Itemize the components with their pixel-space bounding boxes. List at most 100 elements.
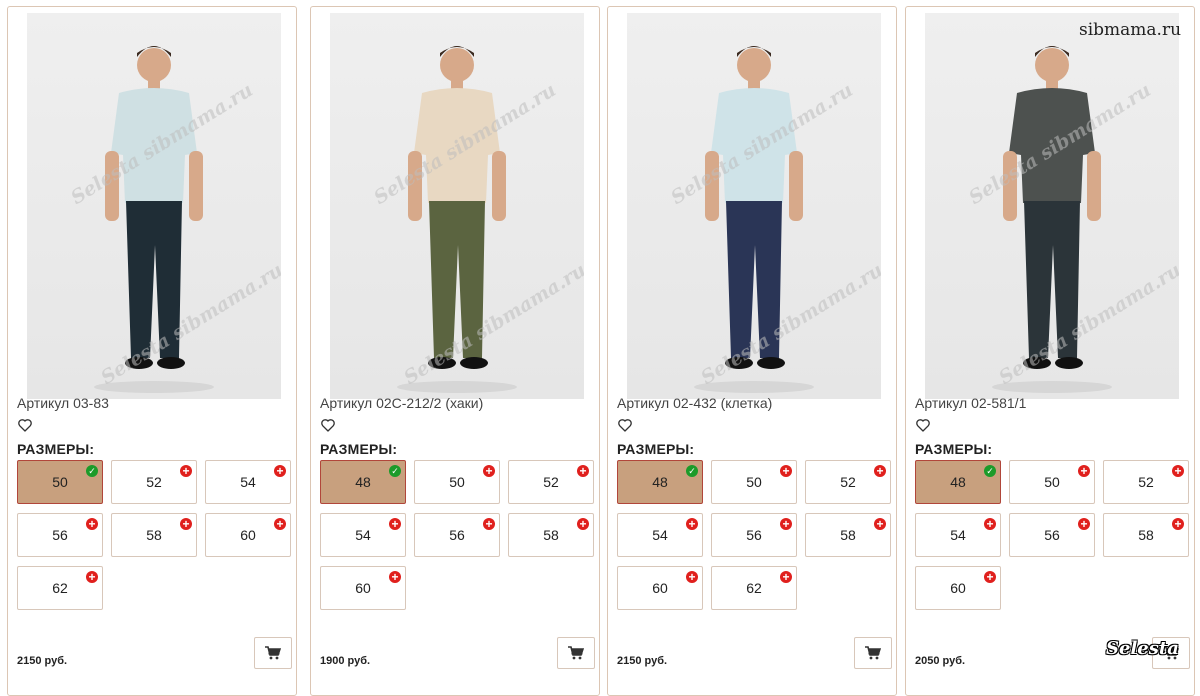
size-option[interactable]: 54 + bbox=[617, 513, 703, 557]
size-value: 52 bbox=[840, 474, 856, 490]
size-value: 56 bbox=[746, 527, 762, 543]
size-option[interactable]: 62 + bbox=[711, 566, 797, 610]
plus-circle-icon: + bbox=[577, 465, 589, 477]
size-option[interactable]: 56 + bbox=[414, 513, 500, 557]
size-option[interactable]: 52 + bbox=[1103, 460, 1189, 504]
product-photo[interactable]: Selesta sibmama.ru Selesta sibmama.ru bbox=[27, 13, 281, 399]
check-circle-icon: ✓ bbox=[389, 465, 401, 477]
plus-circle-icon: + bbox=[874, 465, 886, 477]
plus-circle-icon: + bbox=[274, 518, 286, 530]
size-value: 54 bbox=[950, 527, 966, 543]
plus-circle-icon: + bbox=[1078, 465, 1090, 477]
size-option[interactable]: 60 + bbox=[205, 513, 291, 557]
size-option[interactable]: 50 + bbox=[711, 460, 797, 504]
size-value: 58 bbox=[840, 527, 856, 543]
plus-circle-icon: + bbox=[577, 518, 589, 530]
size-value: 50 bbox=[52, 474, 68, 490]
size-option[interactable]: 54 + bbox=[915, 513, 1001, 557]
product-title[interactable]: Артикул 03-83 bbox=[17, 395, 109, 411]
sizes-label: РАЗМЕРЫ: bbox=[617, 441, 695, 457]
plus-circle-icon: + bbox=[483, 465, 495, 477]
size-value: 54 bbox=[652, 527, 668, 543]
add-to-cart-button[interactable] bbox=[254, 637, 292, 669]
add-to-cart-button[interactable] bbox=[557, 637, 595, 669]
size-value: 58 bbox=[543, 527, 559, 543]
product-card: Selesta sibmama.ru Selesta sibmama.ru Арти… bbox=[607, 6, 897, 696]
size-value: 58 bbox=[146, 527, 162, 543]
heart-outline-icon[interactable] bbox=[617, 417, 633, 433]
product-card: Selesta sibmama.ru Selesta sibmama.ru Арти… bbox=[905, 6, 1195, 696]
sizes-label: РАЗМЕРЫ: bbox=[320, 441, 398, 457]
size-option[interactable]: 60 + bbox=[320, 566, 406, 610]
plus-circle-icon: + bbox=[780, 518, 792, 530]
plus-circle-icon: + bbox=[1172, 518, 1184, 530]
size-value: 60 bbox=[240, 527, 256, 543]
product-card: Selesta sibmama.ru Selesta sibmama.ru Арти… bbox=[7, 6, 297, 696]
plus-circle-icon: + bbox=[483, 518, 495, 530]
plus-circle-icon: + bbox=[780, 465, 792, 477]
product-photo[interactable]: Selesta sibmama.ru Selesta sibmama.ru bbox=[330, 13, 584, 399]
site-watermark: sibmama.ru bbox=[1079, 20, 1182, 40]
size-option[interactable]: 58 + bbox=[508, 513, 594, 557]
size-value: 50 bbox=[746, 474, 762, 490]
plus-circle-icon: + bbox=[180, 518, 192, 530]
size-value: 52 bbox=[146, 474, 162, 490]
plus-circle-icon: + bbox=[686, 571, 698, 583]
plus-circle-icon: + bbox=[686, 518, 698, 530]
size-value: 56 bbox=[1044, 527, 1060, 543]
sizes-label: РАЗМЕРЫ: bbox=[915, 441, 993, 457]
size-option[interactable]: 48 ✓ bbox=[915, 460, 1001, 504]
size-value: 60 bbox=[950, 580, 966, 596]
product-title[interactable]: Артикул 02-581/1 bbox=[915, 395, 1026, 411]
product-photo[interactable]: Selesta sibmama.ru Selesta sibmama.ru bbox=[925, 13, 1179, 399]
plus-circle-icon: + bbox=[984, 518, 996, 530]
heart-outline-icon[interactable] bbox=[915, 417, 931, 433]
cart-icon bbox=[865, 646, 881, 660]
size-value: 48 bbox=[355, 474, 371, 490]
size-value: 54 bbox=[355, 527, 371, 543]
heart-outline-icon[interactable] bbox=[320, 417, 336, 433]
product-card: Selesta sibmama.ru Selesta sibmama.ru Арти… bbox=[310, 6, 600, 696]
size-option[interactable]: 58 + bbox=[111, 513, 197, 557]
product-price: 2050 руб. bbox=[915, 655, 966, 667]
size-option[interactable]: 54 + bbox=[320, 513, 406, 557]
size-option[interactable]: 56 + bbox=[17, 513, 103, 557]
check-circle-icon: ✓ bbox=[984, 465, 996, 477]
size-option[interactable]: 52 + bbox=[805, 460, 891, 504]
size-option[interactable]: 58 + bbox=[805, 513, 891, 557]
size-option[interactable]: 50 + bbox=[1009, 460, 1095, 504]
size-value: 60 bbox=[652, 580, 668, 596]
product-price: 1900 руб. bbox=[320, 655, 371, 667]
size-option[interactable]: 52 + bbox=[508, 460, 594, 504]
size-option[interactable]: 48 ✓ bbox=[320, 460, 406, 504]
check-circle-icon: ✓ bbox=[686, 465, 698, 477]
size-option[interactable]: 58 + bbox=[1103, 513, 1189, 557]
plus-circle-icon: + bbox=[780, 571, 792, 583]
product-price: 2150 руб. bbox=[17, 655, 68, 667]
size-option[interactable]: 50 ✓ bbox=[17, 460, 103, 504]
plus-circle-icon: + bbox=[984, 571, 996, 583]
add-to-cart-button[interactable] bbox=[854, 637, 892, 669]
size-option[interactable]: 50 + bbox=[414, 460, 500, 504]
size-value: 50 bbox=[1044, 474, 1060, 490]
cart-icon bbox=[568, 646, 584, 660]
size-value: 52 bbox=[543, 474, 559, 490]
heart-outline-icon[interactable] bbox=[17, 417, 33, 433]
product-photo[interactable]: Selesta sibmama.ru Selesta sibmama.ru bbox=[627, 13, 881, 399]
size-option[interactable]: 60 + bbox=[617, 566, 703, 610]
plus-circle-icon: + bbox=[389, 571, 401, 583]
size-option[interactable]: 60 + bbox=[915, 566, 1001, 610]
plus-circle-icon: + bbox=[389, 518, 401, 530]
cart-icon bbox=[265, 646, 281, 660]
size-option[interactable]: 56 + bbox=[711, 513, 797, 557]
plus-circle-icon: + bbox=[874, 518, 886, 530]
size-option[interactable]: 48 ✓ bbox=[617, 460, 703, 504]
product-title[interactable]: Артикул 02-432 (клетка) bbox=[617, 395, 772, 411]
size-option[interactable]: 62 + bbox=[17, 566, 103, 610]
product-title[interactable]: Артикул 02С-212/2 (хаки) bbox=[320, 395, 483, 411]
size-option[interactable]: 54 + bbox=[205, 460, 291, 504]
size-value: 62 bbox=[746, 580, 762, 596]
size-option[interactable]: 52 + bbox=[111, 460, 197, 504]
plus-circle-icon: + bbox=[1172, 465, 1184, 477]
size-option[interactable]: 56 + bbox=[1009, 513, 1095, 557]
